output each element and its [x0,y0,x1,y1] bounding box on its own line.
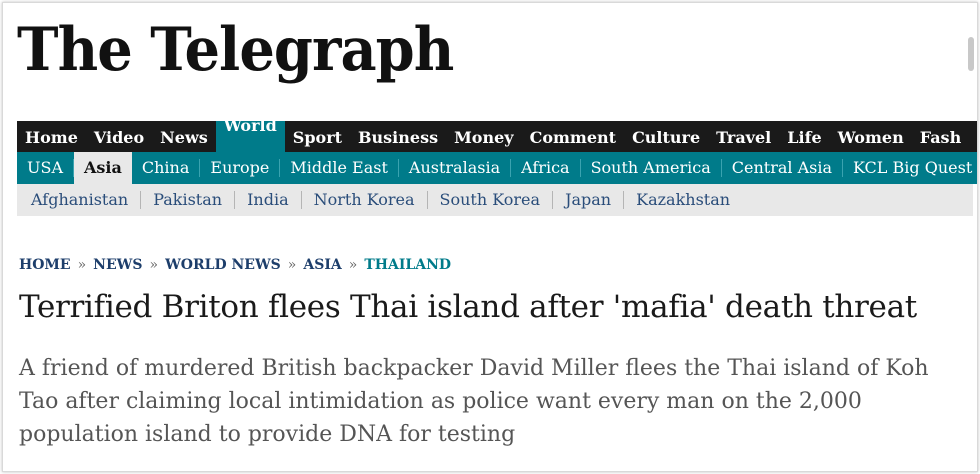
secondary-navigation: USA Asia China Europe Middle East Australasia… [17,152,977,184]
nav-primary-sport[interactable]: Sport [285,130,350,152]
breadcrumb-asia[interactable]: ASIA [303,257,341,273]
nav-secondary-central-asia[interactable]: Central Asia [722,159,844,177]
nav-primary-business[interactable]: Business [350,130,446,152]
nav-tertiary-japan[interactable]: Japan [553,191,625,209]
breadcrumb: HOME » NEWS » WORLD NEWS » ASIA » THAILAND [19,257,451,273]
nav-primary-fash[interactable]: Fash [912,130,970,152]
nav-primary-world[interactable]: World [215,121,285,152]
nav-secondary-asia[interactable]: Asia [74,152,132,184]
article-standfirst: A friend of murdered British backpacker … [19,356,929,447]
nav-primary-travel[interactable]: Travel [708,130,779,152]
nav-primary-video[interactable]: Video [86,130,152,152]
nav-primary-women[interactable]: Women [830,130,912,152]
scrollbar-thumb[interactable] [968,37,974,71]
article-headline: Terrified Briton flees Thai island after… [19,289,917,325]
nav-secondary-china[interactable]: China [132,159,201,177]
nav-secondary-africa[interactable]: Africa [511,159,581,177]
nav-primary-comment[interactable]: Comment [522,130,624,152]
nav-tertiary-pakistan[interactable]: Pakistan [141,191,236,209]
nav-tertiary-afghanistan[interactable]: Afghanistan [17,191,142,209]
breadcrumb-separator: » [287,257,297,273]
breadcrumb-news[interactable]: NEWS [93,257,142,273]
breadcrumb-thailand[interactable]: THAILAND [364,257,451,273]
nav-secondary-europe[interactable]: Europe [200,159,281,177]
breadcrumb-world-news[interactable]: WORLD NEWS [165,257,281,273]
nav-primary-culture[interactable]: Culture [624,130,708,152]
page-frame: The Telegraph Home Video News World Sport Bus… [2,2,978,472]
nav-secondary-kcl-big-quest[interactable]: KCL Big Quest [843,159,977,177]
nav-primary-news[interactable]: News [152,130,216,152]
nav-secondary-middle-east[interactable]: Middle East [280,159,399,177]
nav-primary-home[interactable]: Home [17,130,86,152]
nav-tertiary-kazakhstan[interactable]: Kazakhstan [624,191,742,209]
breadcrumb-separator: » [149,257,159,273]
nav-secondary-australasia[interactable]: Australasia [399,159,512,177]
nav-primary-money[interactable]: Money [446,130,522,152]
nav-tertiary-india[interactable]: India [235,191,302,209]
breadcrumb-separator: » [348,257,358,273]
nav-tertiary-north-korea[interactable]: North Korea [302,191,428,209]
nav-tertiary-south-korea[interactable]: South Korea [428,191,554,209]
telegraph-logo[interactable]: The Telegraph [17,17,454,83]
nav-primary-life[interactable]: Life [779,130,829,152]
primary-navigation: Home Video News World Sport Business Money Comm… [17,121,977,152]
breadcrumb-separator: » [77,257,87,273]
nav-secondary-usa[interactable]: USA [17,159,74,177]
tertiary-navigation: Afghanistan Pakistan India North Korea South… [17,184,973,216]
nav-secondary-south-america[interactable]: South America [581,159,722,177]
breadcrumb-home[interactable]: HOME [19,257,71,273]
